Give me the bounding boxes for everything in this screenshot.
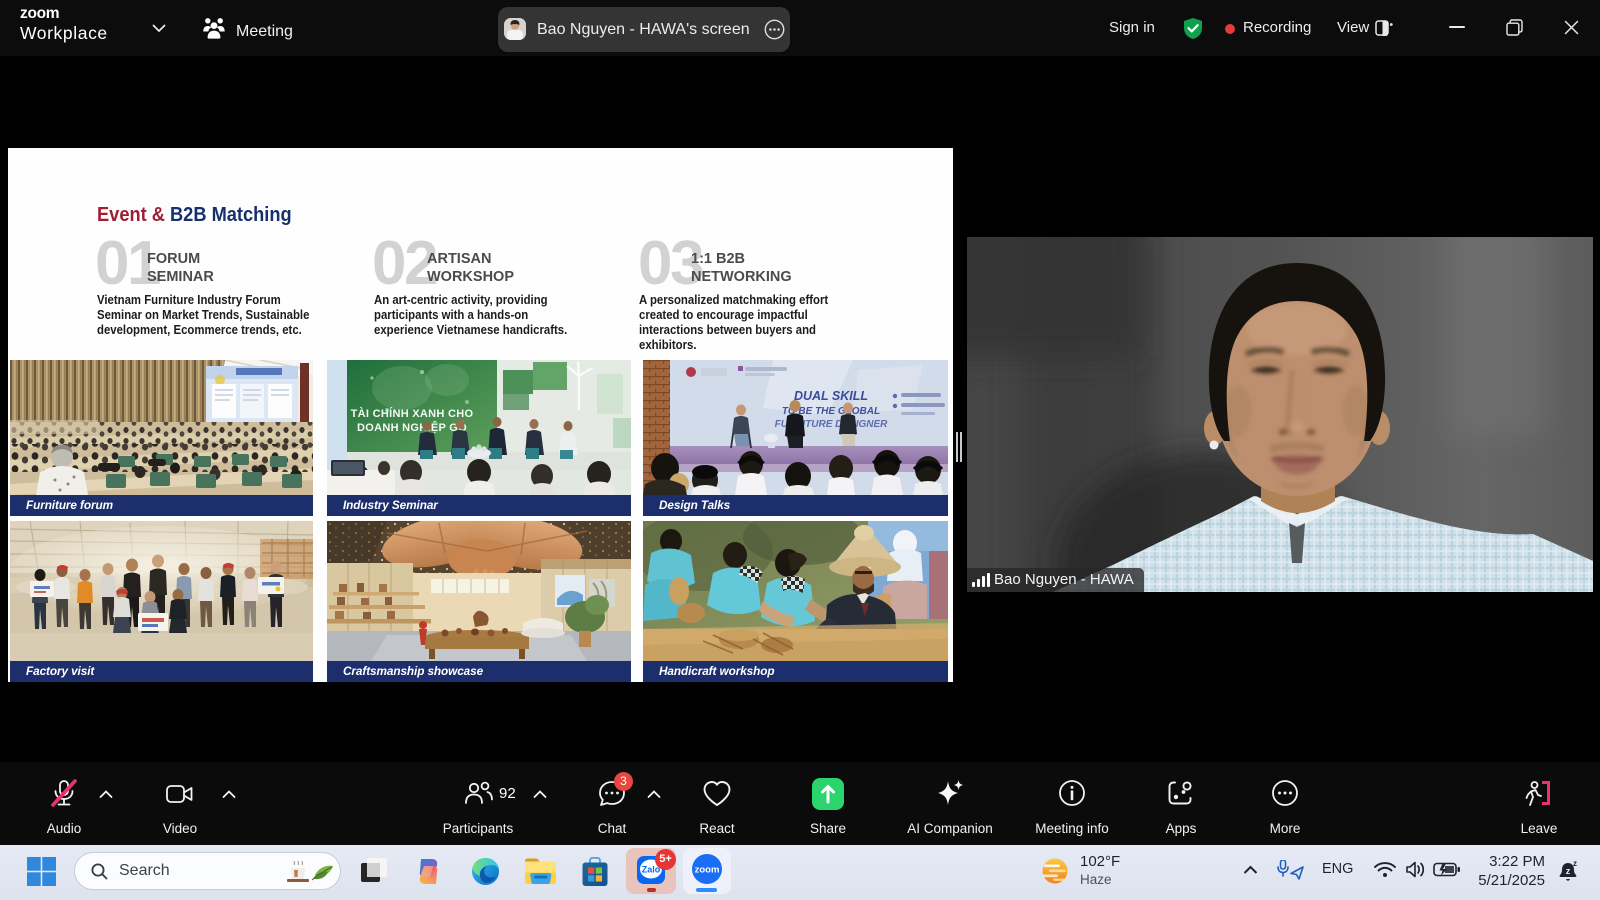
svg-text:DUAL SKILL: DUAL SKILL <box>794 389 868 403</box>
svg-text:z: z <box>1566 866 1571 876</box>
svg-text:DOANH NGHIỆP GỖ: DOANH NGHIỆP GỖ <box>357 421 467 434</box>
svg-text:TÀI CHÍNH XANH CHO: TÀI CHÍNH XANH CHO <box>351 407 474 420</box>
svg-text:zoom: zoom <box>695 865 720 876</box>
svg-text:z: z <box>1573 859 1577 868</box>
